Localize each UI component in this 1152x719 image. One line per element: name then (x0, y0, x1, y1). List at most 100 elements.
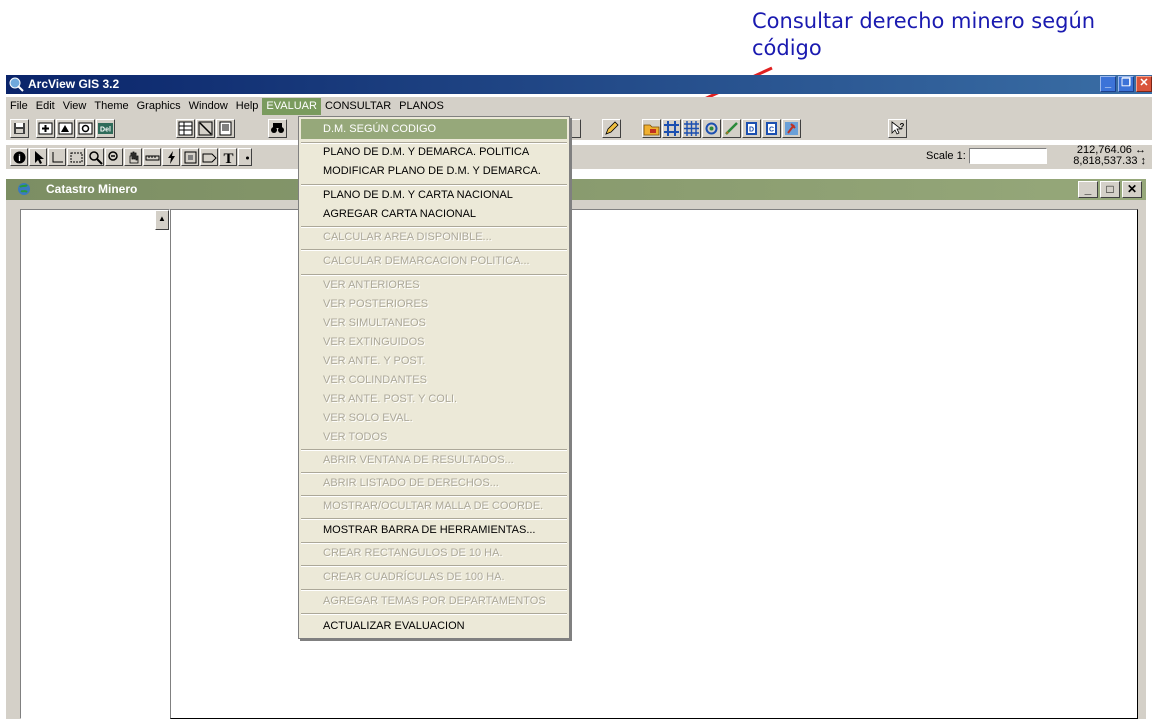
menu-item-crear-rectangulos[interactable]: CREAR RECTANGULOS DE 10 HA. (301, 543, 567, 563)
svg-text:C: C (769, 127, 774, 134)
arrow-pointer-icon (35, 151, 44, 164)
menu-item-plano-dm-demarca-politica[interactable]: PLANO DE D.M. Y DEMARCA. POLITICA (301, 142, 567, 162)
menu-item-calcular-area[interactable]: CALCULAR AREA DISPONIBLE... (301, 227, 567, 247)
identify-tool[interactable]: i (10, 148, 28, 166)
table-icon (178, 121, 193, 136)
measure-tool[interactable] (143, 148, 161, 166)
view-minimize-button[interactable]: _ (1078, 181, 1098, 198)
zoom-out-tool[interactable] (105, 148, 123, 166)
menu-edit[interactable]: Edit (32, 98, 59, 115)
menu-separator (301, 613, 567, 615)
menu-help[interactable]: Help (232, 98, 263, 115)
area-of-interest-tool[interactable] (181, 148, 199, 166)
menu-file[interactable]: File (6, 98, 32, 115)
menu-item-ver-simultaneos[interactable]: VER SIMULTANEOS (301, 313, 567, 333)
find-button[interactable] (268, 119, 287, 138)
cell-grid-icon (684, 121, 699, 136)
del-icon: Del (98, 123, 113, 134)
view-close-button[interactable]: ✕ (1122, 181, 1142, 198)
view-window-controls: _ □ ✕ (1078, 181, 1142, 198)
menu-item-abrir-ventana-resultados[interactable]: ABRIR VENTANA DE RESULTADOS... (301, 450, 567, 470)
draw-point-tool[interactable] (238, 148, 252, 166)
hotlink-tool[interactable] (162, 148, 180, 166)
menu-item-ver-colindantes[interactable]: VER COLINDANTES (301, 370, 567, 390)
menu-item-ver-extinguidos[interactable]: VER EXTINGUIDOS (301, 332, 567, 352)
menu-item-modificar-plano[interactable]: MODIFICAR PLANO DE D.M. Y DEMARCA. (301, 161, 567, 181)
pan-tool[interactable] (124, 148, 142, 166)
tools-button[interactable] (782, 119, 801, 138)
coord-y: 8,818,537.33 (1073, 155, 1138, 167)
info-d-button[interactable]: D (742, 119, 761, 138)
menu-item-crear-cuadriculas[interactable]: CREAR CUADRÍCULAS DE 100 HA. (301, 567, 567, 587)
edit-legend-button[interactable] (76, 119, 95, 138)
menu-item-ver-ante-post[interactable]: VER ANTE. Y POST. (301, 351, 567, 371)
table-of-contents[interactable]: ▲ (20, 209, 170, 719)
menu-item-actualizar-evaluacion[interactable]: ACTUALIZAR EVALUACION (301, 616, 567, 636)
menu-item-calcular-demarcacion[interactable]: CALCULAR DEMARCACION POLITICA... (301, 251, 567, 271)
pointer-tool[interactable] (29, 148, 47, 166)
tools-icon (785, 122, 798, 135)
query-builder-button[interactable] (196, 119, 215, 138)
text-tool[interactable]: T (219, 148, 237, 166)
scale-label: Scale 1: (926, 150, 966, 162)
menu-item-mostrar-ocultar-malla[interactable]: MOSTRAR/OCULTAR MALLA DE COORDE. (301, 496, 567, 516)
delete-button[interactable]: Del (96, 119, 115, 138)
label-icon (202, 153, 217, 163)
label-tool[interactable] (200, 148, 218, 166)
menu-graphics[interactable]: Graphics (133, 98, 185, 115)
menu-item-ver-ante-post-coli[interactable]: VER ANTE. POST. Y COLI. (301, 389, 567, 409)
info-c-button[interactable]: C (762, 119, 781, 138)
menu-planos[interactable]: PLANOS (395, 98, 448, 115)
menu-bar: File Edit View Theme Graphics Window Hel… (6, 97, 1152, 116)
minimize-button[interactable]: _ (1100, 76, 1116, 92)
menu-evaluar[interactable]: EVALUAR (262, 98, 321, 115)
save-project-button[interactable] (10, 119, 29, 138)
menu-theme[interactable]: Theme (90, 98, 132, 115)
point-dropdown-icon (246, 156, 249, 160)
svg-text:?: ? (900, 122, 905, 131)
menu-window[interactable]: Window (185, 98, 232, 115)
open-folder-button[interactable] (642, 119, 661, 138)
attributes-table-button[interactable] (176, 119, 195, 138)
menu-item-ver-todos[interactable]: VER TODOS (301, 427, 567, 447)
lightning-icon (168, 151, 175, 164)
pencil-icon (605, 121, 619, 135)
menu-item-ver-posteriores[interactable]: VER POSTERIORES (301, 294, 567, 314)
menu-item-agregar-carta-nacional[interactable]: AGREGAR CARTA NACIONAL (301, 204, 567, 224)
menu-item-ver-anteriores[interactable]: VER ANTERIORES (301, 275, 567, 295)
menu-item-dm-segun-codigo[interactable]: D.M. SEGÚN CODIGO (301, 119, 567, 139)
menu-item-mostrar-barra-herramientas[interactable]: MOSTRAR BARRA DE HERRAMIENTAS... (301, 520, 567, 540)
select-feature-icon (70, 152, 83, 163)
zoom-in-tool[interactable] (86, 148, 104, 166)
toc-scroll-up-button[interactable]: ▲ (155, 210, 169, 230)
tool-bar: i T Scale 1: 212,764.06 ↔ 8,818,537.33 ↕ (6, 145, 1152, 169)
menu-view[interactable]: View (59, 98, 91, 115)
theme-properties-icon (58, 122, 73, 135)
rectangle-grid-icon (664, 121, 679, 136)
cell-grid-button[interactable] (682, 119, 701, 138)
menu-item-ver-solo-eval[interactable]: VER SOLO EVAL. (301, 408, 567, 428)
scale-input[interactable] (969, 148, 1047, 164)
theme-properties-button[interactable] (56, 119, 75, 138)
view-maximize-button[interactable]: □ (1100, 181, 1120, 198)
help-pointer-button[interactable]: ? (888, 119, 907, 138)
close-button[interactable]: ✕ (1136, 76, 1152, 92)
document-c-icon: C (766, 122, 777, 135)
layout-button[interactable] (216, 119, 235, 138)
menu-item-agregar-temas-departamentos[interactable]: AGREGAR TEMAS POR DEPARTAMENTOS (301, 591, 567, 611)
circle-tool-button[interactable] (702, 119, 721, 138)
line-tool-button[interactable] (722, 119, 741, 138)
menu-consultar[interactable]: CONSULTAR (321, 98, 395, 115)
add-theme-button[interactable] (36, 119, 55, 138)
menu-item-abrir-listado-derechos[interactable]: ABRIR LISTADO DE DERECHOS... (301, 473, 567, 493)
select-feature-tool[interactable] (67, 148, 85, 166)
circle-tool-icon (705, 122, 718, 135)
hand-icon (129, 151, 139, 164)
pencil-button[interactable] (602, 119, 621, 138)
ruler-icon (145, 155, 160, 161)
coordinate-readout: 212,764.06 ↔ 8,818,537.33 ↕ (1073, 145, 1146, 167)
restore-button[interactable]: ❐ (1118, 76, 1134, 92)
rectangle-grid-button[interactable] (662, 119, 681, 138)
menu-item-plano-dm-carta-nacional[interactable]: PLANO DE D.M. Y CARTA NACIONAL (301, 185, 567, 205)
vertex-edit-tool[interactable] (48, 148, 66, 166)
